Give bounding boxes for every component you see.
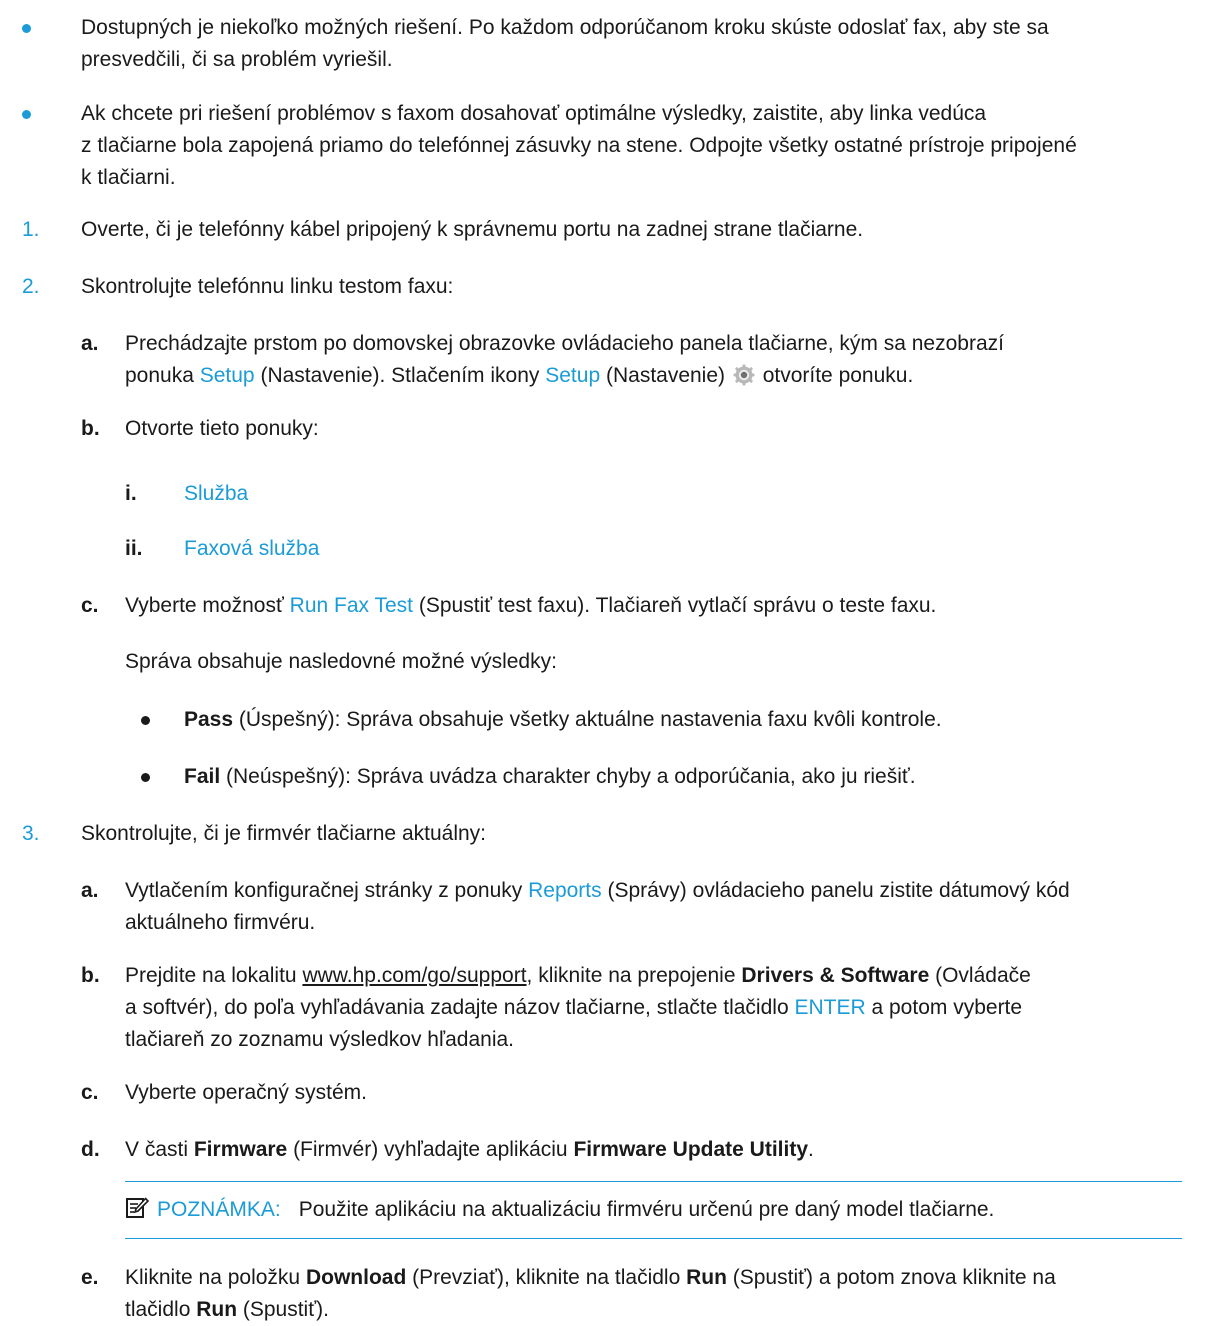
substep-letter: c. bbox=[81, 1081, 99, 1104]
roman-numeral: i. bbox=[125, 482, 137, 505]
menu-link-sluzba[interactable]: Služba bbox=[184, 478, 248, 510]
substep-line: Vyberte možnosť Run Fax Test (Spustiť te… bbox=[125, 594, 937, 617]
bullet-dot bbox=[22, 110, 31, 119]
intro-bullet-line: Ak chcete pri riešení problémov s faxom … bbox=[81, 102, 987, 125]
substep-letter: c. bbox=[81, 594, 99, 617]
note-bottom-rule bbox=[125, 1238, 1182, 1239]
substep-line: tlačiareň zo zoznamu výsledkov hľadania. bbox=[125, 1028, 515, 1051]
substep-letter: d. bbox=[81, 1138, 100, 1161]
intro-bullet-line: z tlačiarne bola zapojená priamo do tele… bbox=[81, 134, 1077, 157]
substep-letter: e. bbox=[81, 1266, 99, 1289]
enter-key-label: ENTER bbox=[794, 996, 866, 1019]
substep-line: ponuka Setup (Nastavenie). Stlačením iko… bbox=[125, 364, 914, 387]
intro-bullet-line: presvedčili, či sa problém vyriešil. bbox=[81, 48, 393, 71]
substep-line: tlačidlo Run (Spustiť). bbox=[125, 1298, 329, 1321]
step-number: 1. bbox=[22, 218, 40, 241]
reports-link[interactable]: Reports bbox=[528, 879, 602, 902]
step-text: Skontrolujte telefónnu linku testom faxu… bbox=[81, 275, 454, 298]
substep-letter: b. bbox=[81, 417, 100, 440]
support-url-link[interactable]: www.hp.com/go/support bbox=[302, 964, 526, 987]
document-page: Dostupných je niekoľko možných riešení. … bbox=[0, 0, 1209, 1321]
setup-link[interactable]: Setup bbox=[545, 364, 600, 387]
substep-line: aktuálneho firmvéru. bbox=[125, 911, 316, 934]
substep-letter: a. bbox=[81, 332, 99, 355]
substep-line: Kliknite na položku Download (Prevziať),… bbox=[125, 1266, 1056, 1289]
bullet-dot bbox=[22, 24, 31, 33]
substep-letter: b. bbox=[81, 964, 100, 987]
substep-line: V časti Firmware (Firmvér) vyhľadajte ap… bbox=[125, 1138, 814, 1161]
step-text: Skontrolujte, či je firmvér tlačiarne ak… bbox=[81, 822, 486, 845]
note-icon bbox=[125, 1196, 150, 1220]
intro-bullet-line: k tlačiarni. bbox=[81, 166, 176, 189]
step-text: Overte, či je telefónny kábel pripojený … bbox=[81, 218, 864, 241]
substep-line: Vyberte operačný systém. bbox=[125, 1081, 367, 1104]
substep-line: Prejdite na lokalitu www.hp.com/go/suppo… bbox=[125, 964, 1031, 987]
intro-bullet-line: Dostupných je niekoľko možných riešení. … bbox=[81, 16, 1049, 39]
substep-line: a softvér), do poľa vyhľadávania zadajte… bbox=[125, 996, 1023, 1019]
substep-line: Otvorte tieto ponuky: bbox=[125, 417, 319, 440]
step-number: 3. bbox=[22, 822, 40, 845]
gear-icon bbox=[733, 364, 755, 386]
note: POZNÁMKA: Použite aplikáciu na aktualizác… bbox=[125, 1194, 1182, 1226]
menu-link-faxova-sluzba[interactable]: Faxová služba bbox=[184, 533, 319, 565]
note-top-rule bbox=[125, 1181, 1182, 1182]
note-label: POZNÁMKA: bbox=[157, 1198, 281, 1221]
step-number: 2. bbox=[22, 275, 40, 298]
note-text: Použite aplikáciu na aktualizáciu firmvé… bbox=[298, 1198, 995, 1221]
bullet-dot bbox=[141, 716, 150, 725]
substep-line: Prechádzajte prstom po domovskej obrazov… bbox=[125, 332, 1004, 355]
substep-letter: a. bbox=[81, 879, 99, 902]
roman-numeral: ii. bbox=[125, 537, 143, 560]
setup-link[interactable]: Setup bbox=[200, 364, 255, 387]
bullet-dot bbox=[141, 773, 150, 782]
paragraph: Správa obsahuje nasledovné možné výsledk… bbox=[125, 650, 557, 673]
run-fax-test-link[interactable]: Run Fax Test bbox=[290, 594, 413, 617]
substep-line: Vytlačením konfiguračnej stránky z ponuk… bbox=[125, 879, 1070, 902]
